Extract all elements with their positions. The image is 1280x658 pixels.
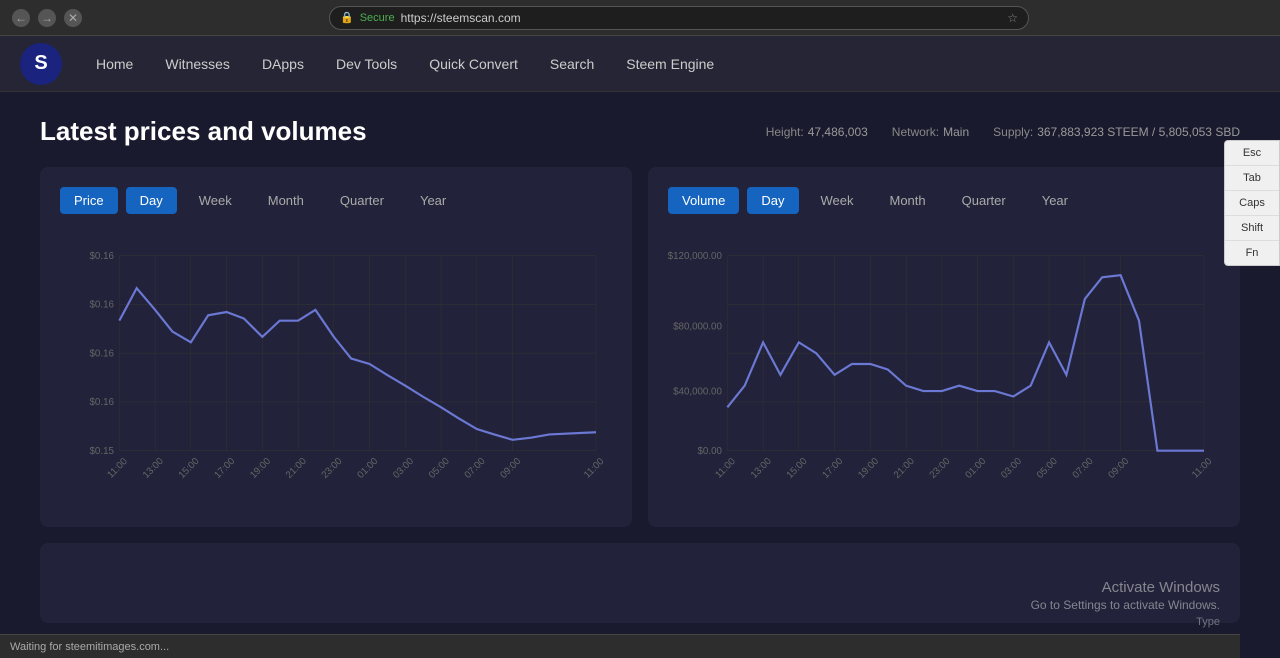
volume-week-btn[interactable]: Week xyxy=(807,187,868,214)
supply-value: 367,883,923 STEEM / 5,805,053 SBD xyxy=(1037,125,1240,139)
network-value: Main xyxy=(943,125,969,139)
reload-button[interactable]: ✕ xyxy=(64,9,82,27)
price-chart-controls: Price Day Week Month Quarter Year xyxy=(60,187,612,214)
forward-button[interactable]: → xyxy=(38,9,56,27)
network-label: Network: xyxy=(892,125,939,139)
svg-text:$0.16: $0.16 xyxy=(90,251,114,262)
charts-container: Price Day Week Month Quarter Year xyxy=(40,167,1240,527)
svg-text:23:00: 23:00 xyxy=(928,455,953,480)
fn-key[interactable]: Fn xyxy=(1225,241,1279,265)
svg-text:05:00: 05:00 xyxy=(427,455,452,480)
svg-text:11:00: 11:00 xyxy=(713,456,738,481)
svg-text:05:00: 05:00 xyxy=(1035,455,1060,480)
price-day-btn[interactable]: Day xyxy=(126,187,177,214)
esc-key[interactable]: Esc xyxy=(1225,141,1279,166)
svg-text:17:00: 17:00 xyxy=(820,455,845,480)
page-header: Latest prices and volumes Height: 47,486… xyxy=(40,116,1240,147)
price-chart-card: Price Day Week Month Quarter Year xyxy=(40,167,632,527)
svg-text:19:00: 19:00 xyxy=(856,455,881,480)
caps-key[interactable]: Caps xyxy=(1225,191,1279,216)
keyboard-panel: Esc Tab Caps Shift Fn xyxy=(1224,140,1280,266)
address-bar[interactable]: 🔒 Secure https://steemscan.com ☆ xyxy=(329,6,1029,30)
price-chart-svg: $0.16 $0.16 $0.16 $0.16 $0.15 11:00 13:0… xyxy=(60,234,612,494)
svg-text:03:00: 03:00 xyxy=(999,455,1024,480)
volume-chart-area: $120,000.00 $80,000.00 $40,000.00 $0.00 … xyxy=(668,234,1220,494)
svg-text:11:00: 11:00 xyxy=(582,456,607,481)
volume-label-btn[interactable]: Volume xyxy=(668,187,739,214)
height-label: Height: xyxy=(766,125,804,139)
svg-text:$120,000.00: $120,000.00 xyxy=(668,251,722,262)
price-quarter-btn[interactable]: Quarter xyxy=(326,187,398,214)
svg-text:$0.16: $0.16 xyxy=(90,348,114,359)
bookmark-icon[interactable]: ☆ xyxy=(1007,11,1018,25)
svg-text:$80,000.00: $80,000.00 xyxy=(673,321,722,332)
supply-label: Supply: xyxy=(993,125,1033,139)
price-year-btn[interactable]: Year xyxy=(406,187,460,214)
svg-text:09:00: 09:00 xyxy=(498,455,523,480)
svg-text:03:00: 03:00 xyxy=(391,455,416,480)
tab-key[interactable]: Tab xyxy=(1225,166,1279,191)
svg-text:01:00: 01:00 xyxy=(963,455,988,480)
svg-text:$0.16: $0.16 xyxy=(90,397,114,408)
svg-text:21:00: 21:00 xyxy=(284,455,309,480)
browser-chrome: ← → ✕ 🔒 Secure https://steemscan.com ☆ xyxy=(0,0,1280,36)
shift-key[interactable]: Shift xyxy=(1225,216,1279,241)
price-chart-area: $0.16 $0.16 $0.16 $0.16 $0.15 11:00 13:0… xyxy=(60,234,612,494)
svg-text:23:00: 23:00 xyxy=(320,455,345,480)
svg-text:15:00: 15:00 xyxy=(785,455,810,480)
volume-day-btn[interactable]: Day xyxy=(747,187,798,214)
volume-chart-svg: $120,000.00 $80,000.00 $40,000.00 $0.00 … xyxy=(668,234,1220,494)
main-content: Latest prices and volumes Height: 47,486… xyxy=(0,92,1280,647)
volume-quarter-btn[interactable]: Quarter xyxy=(948,187,1020,214)
svg-text:19:00: 19:00 xyxy=(248,455,273,480)
svg-text:07:00: 07:00 xyxy=(1071,455,1096,480)
volume-year-btn[interactable]: Year xyxy=(1028,187,1082,214)
secure-icon: 🔒 xyxy=(340,11,354,24)
height-value: 47,486,003 xyxy=(808,125,868,139)
status-bar: Waiting for steemitimages.com... xyxy=(0,634,1240,658)
svg-text:09:00: 09:00 xyxy=(1106,455,1131,480)
secure-label: Secure xyxy=(360,12,395,24)
nav-steem-engine[interactable]: Steem Engine xyxy=(612,50,728,78)
nav-search[interactable]: Search xyxy=(536,50,608,78)
page-title: Latest prices and volumes xyxy=(40,116,367,147)
nav-dapps[interactable]: DApps xyxy=(248,50,318,78)
svg-text:13:00: 13:00 xyxy=(749,455,774,480)
back-button[interactable]: ← xyxy=(12,9,30,27)
svg-text:07:00: 07:00 xyxy=(463,455,488,480)
volume-chart-card: Volume Day Week Month Quarter Year xyxy=(648,167,1240,527)
svg-text:21:00: 21:00 xyxy=(892,455,917,480)
navbar: S Home Witnesses DApps Dev Tools Quick C… xyxy=(0,36,1280,92)
price-label-btn[interactable]: Price xyxy=(60,187,118,214)
status-text: Waiting for steemitimages.com... xyxy=(10,641,169,653)
svg-text:$0.00: $0.00 xyxy=(698,446,723,457)
nav-links: Home Witnesses DApps Dev Tools Quick Con… xyxy=(82,50,728,78)
svg-text:01:00: 01:00 xyxy=(355,455,380,480)
price-month-btn[interactable]: Month xyxy=(254,187,318,214)
volume-month-btn[interactable]: Month xyxy=(876,187,940,214)
svg-text:$40,000.00: $40,000.00 xyxy=(673,386,722,397)
nav-dev-tools[interactable]: Dev Tools xyxy=(322,50,411,78)
bottom-section xyxy=(40,543,1240,623)
nav-quick-convert[interactable]: Quick Convert xyxy=(415,50,532,78)
logo[interactable]: S xyxy=(20,43,62,85)
nav-witnesses[interactable]: Witnesses xyxy=(151,50,244,78)
svg-text:$0.16: $0.16 xyxy=(90,300,114,311)
svg-text:11:00: 11:00 xyxy=(105,456,130,481)
svg-text:11:00: 11:00 xyxy=(1190,456,1215,481)
volume-chart-controls: Volume Day Week Month Quarter Year xyxy=(668,187,1220,214)
stats-row: Height: 47,486,003 Network: Main Supply:… xyxy=(766,125,1240,139)
nav-home[interactable]: Home xyxy=(82,50,147,78)
url-text: https://steemscan.com xyxy=(401,11,521,25)
svg-text:$0.15: $0.15 xyxy=(90,446,115,457)
svg-text:13:00: 13:00 xyxy=(141,455,166,480)
svg-text:17:00: 17:00 xyxy=(212,455,237,480)
svg-text:15:00: 15:00 xyxy=(177,455,202,480)
price-week-btn[interactable]: Week xyxy=(185,187,246,214)
